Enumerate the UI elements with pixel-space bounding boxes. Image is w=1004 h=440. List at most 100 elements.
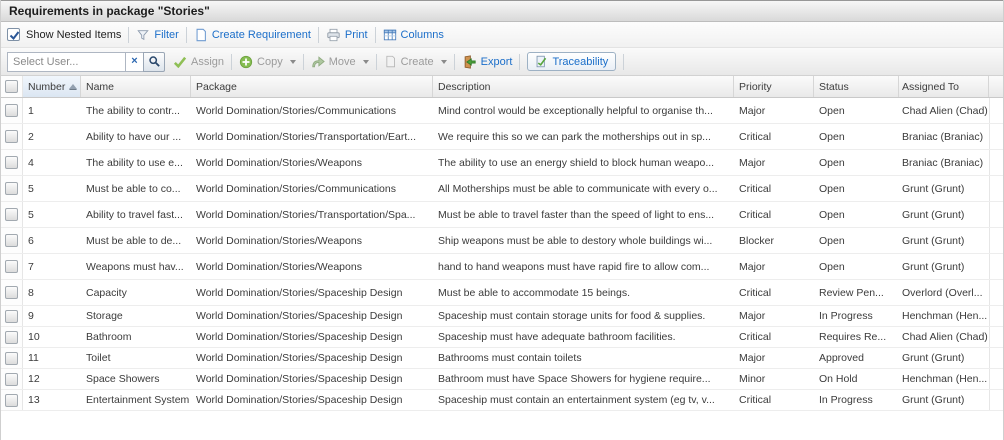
row-checkbox-cell[interactable] [1, 369, 23, 389]
cell-description: Ship weapons must be able to destory who… [433, 228, 734, 253]
cell-assigned-to: Henchman (Hen... [899, 306, 989, 326]
cell-gutter [989, 176, 1003, 201]
cell-gutter [989, 327, 1003, 347]
row-checkbox-cell[interactable] [1, 98, 23, 123]
row-checkbox-cell[interactable] [1, 228, 23, 253]
create-requirement-button[interactable]: Create Requirement [194, 28, 311, 42]
print-button[interactable]: Print [326, 28, 368, 42]
cell-name: Entertainment System [81, 390, 191, 410]
cell-status: Review Pen... [814, 280, 899, 305]
row-checkbox-cell[interactable] [1, 124, 23, 149]
row-checkbox[interactable] [5, 260, 18, 273]
filter-button[interactable]: Filter [136, 28, 178, 42]
create-button[interactable]: Create [384, 55, 447, 68]
row-checkbox[interactable] [5, 286, 18, 299]
row-checkbox[interactable] [5, 394, 18, 407]
cell-assigned-to: Chad Alien (Chad) [899, 98, 989, 123]
cell-assigned-to: Grunt (Grunt) [899, 348, 989, 368]
table-row[interactable]: 5Must be able to co...World Domination/S… [1, 176, 1003, 202]
move-button[interactable]: Move [311, 55, 369, 68]
row-checkbox-cell[interactable] [1, 202, 23, 227]
row-checkbox[interactable] [5, 331, 18, 344]
cell-package: World Domination/Stories/Spaceship Desig… [191, 390, 433, 410]
clear-user-icon[interactable]: × [125, 52, 143, 72]
cell-gutter [989, 254, 1003, 279]
row-checkbox[interactable] [5, 310, 18, 323]
cell-status: On Hold [814, 369, 899, 389]
columns-button[interactable]: Columns [383, 28, 444, 42]
select-user-input[interactable] [7, 52, 125, 72]
table-row[interactable]: 7Weapons must hav...World Domination/Sto… [1, 254, 1003, 280]
cell-description: Bathrooms must contain toilets [433, 348, 734, 368]
row-checkbox-cell[interactable] [1, 254, 23, 279]
row-checkbox-cell[interactable] [1, 348, 23, 368]
row-checkbox-cell[interactable] [1, 390, 23, 410]
column-header-package[interactable]: Package [191, 76, 433, 97]
row-checkbox-cell[interactable] [1, 280, 23, 305]
copy-button[interactable]: Copy [239, 55, 296, 69]
show-nested-toggle[interactable]: Show Nested Items [7, 28, 121, 41]
table-row[interactable]: 8CapacityWorld Domination/Stories/Spaces… [1, 280, 1003, 306]
table-row[interactable]: 11ToiletWorld Domination/Stories/Spacesh… [1, 348, 1003, 369]
row-checkbox[interactable] [5, 234, 18, 247]
row-checkbox[interactable] [5, 352, 18, 365]
column-header-status-label: Status [819, 81, 849, 93]
assign-button[interactable]: Assign [173, 56, 224, 68]
column-header-priority[interactable]: Priority [734, 76, 814, 97]
cell-status: Open [814, 150, 899, 175]
row-checkbox[interactable] [5, 130, 18, 143]
row-checkbox-cell[interactable] [1, 327, 23, 347]
export-button[interactable]: Export [462, 55, 513, 69]
cell-number: 7 [23, 254, 81, 279]
cell-number: 8 [23, 280, 81, 305]
row-checkbox[interactable] [5, 373, 18, 386]
cell-assigned-to: Grunt (Grunt) [899, 390, 989, 410]
chevron-down-icon [363, 60, 369, 64]
row-checkbox-cell[interactable] [1, 306, 23, 326]
table-row[interactable]: 13Entertainment SystemWorld Domination/S… [1, 390, 1003, 411]
table-row[interactable]: 2Ability to have our ...World Domination… [1, 124, 1003, 150]
select-all-checkbox-cell[interactable] [1, 76, 23, 97]
print-label: Print [345, 29, 368, 41]
filter-icon [136, 28, 150, 42]
filter-label: Filter [154, 29, 178, 41]
row-checkbox-cell[interactable] [1, 150, 23, 175]
cell-assigned-to: Grunt (Grunt) [899, 228, 989, 253]
select-all-checkbox[interactable] [5, 80, 18, 93]
row-checkbox[interactable] [5, 208, 18, 221]
cell-gutter [989, 98, 1003, 123]
cell-assigned-to: Overlord (Overl... [899, 280, 989, 305]
column-header-assigned-to[interactable]: Assigned To [899, 76, 989, 97]
table-row[interactable]: 10BathroomWorld Domination/Stories/Space… [1, 327, 1003, 348]
cell-name: Must be able to co... [81, 176, 191, 201]
user-filter-group: × [7, 52, 165, 72]
table-row[interactable]: 12Space ShowersWorld Domination/Stories/… [1, 369, 1003, 390]
traceability-button[interactable]: Traceability [527, 52, 616, 71]
table-row[interactable]: 6Must be able to de...World Domination/S… [1, 228, 1003, 254]
table-row[interactable]: 4The ability to use e...World Domination… [1, 150, 1003, 176]
cell-status: Open [814, 228, 899, 253]
column-header-status[interactable]: Status [814, 76, 899, 97]
row-checkbox-cell[interactable] [1, 176, 23, 201]
column-header-description[interactable]: Description [433, 76, 734, 97]
row-checkbox[interactable] [5, 156, 18, 169]
table-row[interactable]: 5Ability to travel fast...World Dominati… [1, 202, 1003, 228]
create-document-icon [384, 55, 397, 68]
toolbar-separator [128, 27, 129, 43]
cell-assigned-to: Henchman (Hen... [899, 369, 989, 389]
cell-description: Bathroom must have Space Showers for hyg… [433, 369, 734, 389]
cell-description: The ability to use an energy shield to b… [433, 150, 734, 175]
row-checkbox[interactable] [5, 104, 18, 117]
requirements-panel: Requirements in package "Stories" Show N… [0, 0, 1004, 440]
cell-package: World Domination/Stories/Transportation/… [191, 124, 433, 149]
row-checkbox[interactable] [5, 182, 18, 195]
search-user-button[interactable] [143, 52, 165, 72]
cell-priority: Critical [734, 390, 814, 410]
checkbox-checked-icon[interactable] [7, 28, 20, 41]
table-row[interactable]: 9StorageWorld Domination/Stories/Spacesh… [1, 306, 1003, 327]
column-header-number[interactable]: Number [23, 76, 81, 97]
actions-toolbar: × Assign [1, 48, 1003, 76]
table-row[interactable]: 1The ability to contr...World Domination… [1, 98, 1003, 124]
column-header-name[interactable]: Name [81, 76, 191, 97]
cell-name: Capacity [81, 280, 191, 305]
